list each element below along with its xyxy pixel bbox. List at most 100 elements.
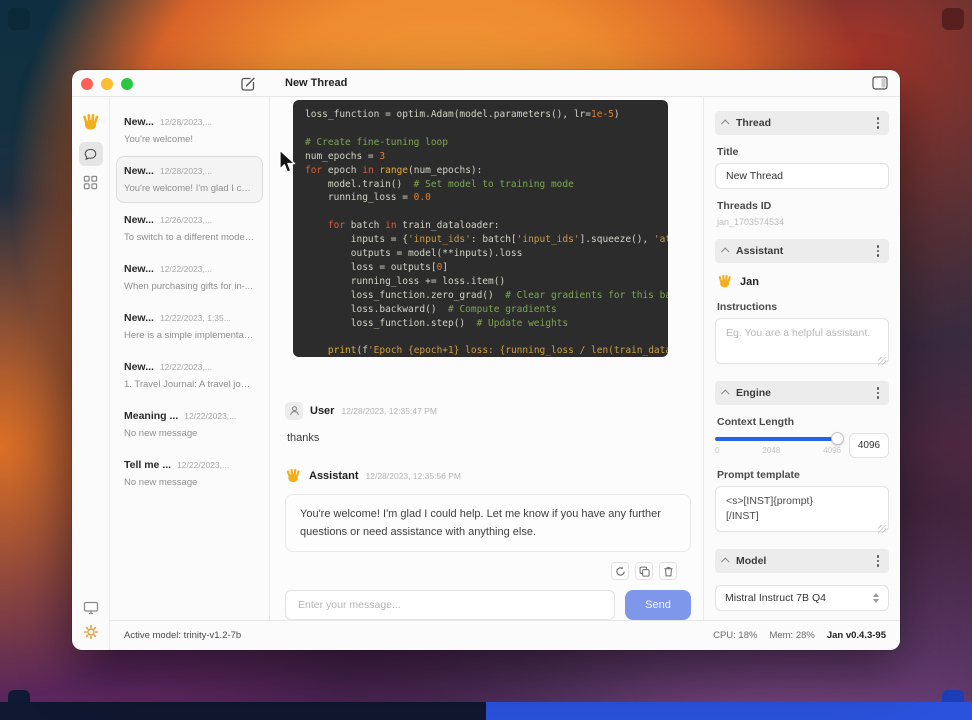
code-line: print(f'Epoch {epoch+1} loss: {running_l… xyxy=(327,345,668,357)
rail-item-threads[interactable] xyxy=(78,142,103,166)
cpu-usage: CPU: 18% xyxy=(713,630,758,641)
code-block: loss_function = optim.Adam(model.paramet… xyxy=(293,100,668,357)
thread-date: 12/22/2023,... xyxy=(159,264,212,274)
kebab-menu-icon[interactable] xyxy=(875,115,882,131)
chevron-up-icon xyxy=(721,557,730,566)
assistant-message-header: Assistant 12/28/2023, 12:35:56 PM xyxy=(285,468,691,485)
code-line: running_loss = 0.0 xyxy=(305,192,431,204)
thread-list-item[interactable]: Meaning ... 12/22/2023,... No new messag… xyxy=(116,401,263,448)
prompt-template-textarea[interactable]: <s>[INST]{prompt} [/INST] xyxy=(715,486,889,532)
rail-item-hub[interactable] xyxy=(83,175,98,190)
thread-preview: No new message xyxy=(124,477,198,488)
user-message-header: User 12/28/2023, 12:35:47 PM xyxy=(285,401,691,420)
message-input[interactable] xyxy=(285,590,615,620)
context-length-value[interactable]: 4096 xyxy=(849,433,889,458)
close-window-button[interactable] xyxy=(81,78,93,90)
apps-grid-icon xyxy=(83,175,98,190)
thread-date: 12/28/2023,... xyxy=(159,117,212,127)
model-selected-value: Mistral Instruct 7B Q4 xyxy=(725,592,826,604)
send-button[interactable]: Send xyxy=(625,590,691,620)
compose-icon xyxy=(241,77,255,91)
thread-title: New... xyxy=(124,165,154,177)
kebab-menu-icon[interactable] xyxy=(875,243,882,259)
user-message-text: thanks xyxy=(287,431,320,444)
monitor-icon xyxy=(83,601,98,615)
wallpaper-bottom-blue-strip xyxy=(486,702,972,720)
prompt-template-label: Prompt template xyxy=(717,469,800,481)
code-line: loss_function = optim.Adam(model.paramet… xyxy=(305,109,620,120)
panel-toggle-icon xyxy=(872,76,888,90)
rail-item-system-monitor[interactable] xyxy=(83,601,99,615)
code-line: model.train() # Set model to training mo… xyxy=(305,178,574,190)
thread-list: New... 12/28/2023,... You're welcome! Ne… xyxy=(110,97,270,620)
slider-handle[interactable] xyxy=(831,432,844,445)
instructions-wrap xyxy=(715,318,889,369)
thread-preview: You're welcome! xyxy=(124,134,194,145)
assistant-identity: Jan xyxy=(717,274,887,290)
gear-icon xyxy=(83,624,98,640)
thread-section-header[interactable]: Thread xyxy=(715,111,889,135)
title-label: Title xyxy=(717,146,739,158)
wave-hand-icon xyxy=(718,274,731,288)
model-select[interactable]: Mistral Instruct 7B Q4 xyxy=(715,585,889,611)
threads-id-value: jan_1703574534 xyxy=(717,217,785,227)
code-line: # Create fine-tuning loop xyxy=(305,136,448,148)
slider-ticks: 0 2048 4096 xyxy=(715,446,841,455)
thread-list-item[interactable]: New... 12/26/2023,... To switch to a dif… xyxy=(116,205,263,252)
thread-list-item[interactable]: New... 12/28/2023,... You're welcome! xyxy=(116,107,263,154)
code-line: loss_function.step() # Update weights xyxy=(305,317,569,329)
thread-title: New... xyxy=(124,214,154,226)
minimize-window-button[interactable] xyxy=(101,78,113,90)
kebab-menu-icon[interactable] xyxy=(875,385,882,401)
thread-date: 12/22/2023, 1:35... xyxy=(159,313,231,323)
new-thread-button[interactable] xyxy=(239,75,257,93)
delete-button[interactable] xyxy=(659,562,677,580)
rail-item-settings[interactable] xyxy=(83,624,99,640)
kebab-menu-icon[interactable] xyxy=(875,553,882,569)
toggle-right-panel-button[interactable] xyxy=(872,76,888,90)
window-title: New Thread xyxy=(285,77,348,89)
thread-title: Meaning ... xyxy=(124,410,179,422)
context-length-slider[interactable] xyxy=(715,432,844,445)
zoom-window-button[interactable] xyxy=(121,78,133,90)
thread-title: New... xyxy=(124,116,154,128)
model-section-header[interactable]: Model xyxy=(715,549,889,573)
thread-date: 12/22/2023,... xyxy=(184,411,237,421)
chevron-up-icon xyxy=(721,247,730,256)
thread-preview: To switch to a different model,... xyxy=(124,232,255,243)
thread-list-item[interactable]: New... 12/22/2023,... 1. Travel Journal:… xyxy=(116,352,263,399)
thread-list-item[interactable]: New... 12/28/2023,... You're welcome! I'… xyxy=(116,156,263,203)
assistant-section-header[interactable]: Assistant xyxy=(715,239,889,263)
message-role: Assistant xyxy=(309,470,359,483)
code-line: for epoch in range(num_epochs): xyxy=(305,164,483,176)
thread-preview: You're welcome! I'm glad I cou... xyxy=(124,183,255,194)
window-content: New... 12/28/2023,... You're welcome! Ne… xyxy=(72,97,900,650)
assistant-name: Jan xyxy=(740,276,759,288)
copy-button[interactable] xyxy=(635,562,653,580)
thread-date: 12/22/2023,... xyxy=(159,362,212,372)
wallpaper-corner xyxy=(942,8,964,30)
engine-section-header[interactable]: Engine xyxy=(715,381,889,405)
thread-title: Tell me ... xyxy=(124,459,172,471)
thread-list-item[interactable]: New... 12/22/2023, 1:35... Here is a sim… xyxy=(116,303,263,350)
thread-list-item[interactable]: New... 12/22/2023,... When purchasing gi… xyxy=(116,254,263,301)
tick-label: 2048 xyxy=(762,445,781,455)
left-rail xyxy=(72,97,110,650)
thread-list-item[interactable]: Tell me ... 12/22/2023,... No new messag… xyxy=(116,450,263,497)
regenerate-button[interactable] xyxy=(611,562,629,580)
instructions-textarea[interactable] xyxy=(715,318,889,364)
thread-title: New... xyxy=(124,263,154,275)
context-length-label: Context Length xyxy=(717,416,794,428)
thread-title-input[interactable] xyxy=(715,163,889,189)
code-line: loss = outputs[0] xyxy=(305,261,449,273)
memory-usage: Mem: 28% xyxy=(769,630,815,641)
code-line: running_loss += loss.item() xyxy=(305,275,506,287)
thread-preview: When purchasing gifts for in-... xyxy=(124,281,253,292)
wave-hand-icon xyxy=(82,114,98,130)
message-role: User xyxy=(310,404,335,417)
prompt-template-wrap: <s>[INST]{prompt} [/INST] xyxy=(715,486,889,537)
thread-preview: 1. Travel Journal: A travel journ... xyxy=(124,379,255,390)
